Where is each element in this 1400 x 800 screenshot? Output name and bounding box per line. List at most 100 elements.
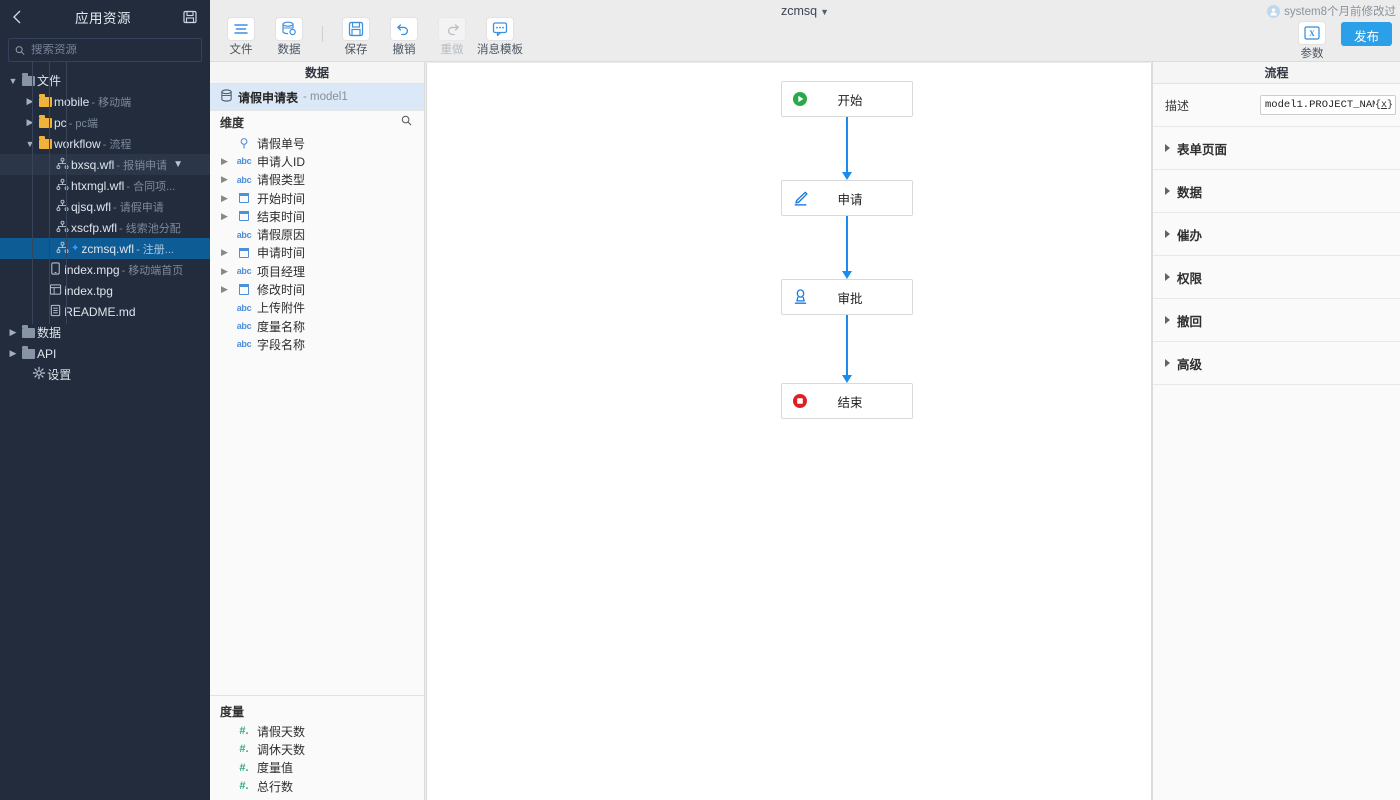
description-input[interactable]: model1.PROJECT_NAM {x}	[1260, 95, 1396, 115]
dimension-item[interactable]: ▶abc字段名称	[210, 335, 424, 353]
data-panel-header: 数据	[210, 62, 424, 84]
toolbar-button-message-template[interactable]: 消息模板	[477, 18, 523, 57]
flow-edge[interactable]	[846, 117, 848, 173]
dimension-item[interactable]: ▶abc项目经理	[210, 262, 424, 280]
dimension-item[interactable]: ▶开始时间	[210, 189, 424, 207]
toolbar-button-menu-lines[interactable]: 文件	[218, 18, 264, 57]
flow-node-pen-edit[interactable]: 申请	[781, 180, 913, 216]
document-title[interactable]: zcmsq▼	[210, 4, 1400, 18]
chevron-down-icon[interactable]: ▼	[6, 76, 20, 86]
abc-icon: abc	[237, 230, 252, 240]
chevron-right-icon[interactable]: ▶	[6, 348, 20, 359]
chevron-right-icon[interactable]: ▶	[218, 211, 231, 222]
dimension-item[interactable]: ▶ 申请时间	[210, 244, 424, 262]
mobile-device-icon	[49, 262, 62, 278]
chevron-right-icon[interactable]: ▶	[6, 327, 20, 338]
dimension-search-icon[interactable]	[401, 115, 412, 129]
measure-item[interactable]: ▶#.度量值	[210, 759, 424, 777]
dimension-label: 申请时间	[257, 244, 305, 261]
measure-item[interactable]: ▶#.总行数	[210, 777, 424, 795]
measure-item[interactable]: ▶#.调休天数	[210, 740, 424, 758]
properties-section-5[interactable]: 高级	[1153, 342, 1400, 385]
back-chevron-left-icon[interactable]	[8, 8, 26, 26]
tree-item-api[interactable]: ▶API	[0, 343, 210, 364]
properties-section-label: 催办	[1177, 225, 1202, 244]
properties-section-3[interactable]: 权限	[1153, 256, 1400, 299]
redo-icon	[439, 18, 465, 40]
tree-guide-line	[32, 62, 33, 324]
dimension-item[interactable]: ▶结束时间	[210, 207, 424, 225]
dimension-item[interactable]: ▶abc申请人ID	[210, 152, 424, 170]
toolbar-button-database[interactable]: 数据	[266, 18, 312, 57]
calendar-icon	[239, 193, 249, 203]
toolbar-button-undo[interactable]: 撤销	[381, 18, 427, 57]
measure-item[interactable]: ▶#.请假天数	[210, 722, 424, 740]
abc-icon: abc	[237, 175, 252, 185]
properties-section-1[interactable]: 数据	[1153, 170, 1400, 213]
properties-sections: 表单页面数据催办权限撤回高级	[1153, 127, 1400, 385]
tree-item---[interactable]: ▶数据	[0, 322, 210, 343]
flow-edge-arrow	[842, 271, 852, 279]
search-input[interactable]	[31, 44, 195, 56]
folder-icon	[39, 139, 52, 149]
toolbar-button-label: 消息模板	[477, 41, 523, 57]
folder-icon	[39, 97, 52, 107]
flow-edge[interactable]	[846, 315, 848, 376]
dimension-item[interactable]: ▶ abc 请假类型	[210, 171, 424, 189]
save-disk-icon[interactable]	[180, 7, 200, 27]
properties-section-0[interactable]: 表单页面	[1153, 127, 1400, 170]
workflow-icon	[56, 241, 69, 257]
properties-section-4[interactable]: 撤回	[1153, 299, 1400, 342]
chevron-right-icon[interactable]: ▶	[218, 174, 231, 185]
calendar-icon	[239, 211, 249, 221]
triangle-right-icon	[1165, 230, 1170, 238]
formula-x-icon[interactable]: {x}	[1375, 100, 1393, 111]
dimension-item[interactable]: ▶abc度量名称	[210, 317, 424, 335]
publish-button[interactable]: 发布	[1341, 22, 1392, 46]
dimension-item[interactable]: ▶⚲请假单号	[210, 134, 424, 152]
data-model-row[interactable]: 请假申请表 - model1	[210, 84, 424, 111]
properties-section-2[interactable]: 催办	[1153, 213, 1400, 256]
search-box[interactable]	[8, 38, 202, 62]
tree-item-label: 设置	[47, 366, 71, 383]
tree-item---[interactable]: ▶设置	[0, 364, 210, 385]
chevron-right-icon[interactable]: ▶	[218, 247, 231, 258]
tree-item-label: qjsq.wfl	[71, 200, 111, 214]
flow-diagram: 开始申请审批结束	[427, 63, 1151, 800]
flow-node-play-circle[interactable]: 开始	[781, 81, 913, 117]
flow-node-approve-stamp[interactable]: 审批	[781, 279, 913, 315]
dimension-section-header: 维度	[210, 111, 424, 133]
dimension-item[interactable]: ▶abc请假原因	[210, 225, 424, 243]
chevron-down-icon[interactable]: ▼	[173, 159, 183, 170]
stop-circle-icon	[782, 393, 818, 409]
toolbar-button-label: 保存	[345, 41, 368, 57]
toolbar-button-label: 文件	[230, 41, 253, 57]
measure-label: 度量	[220, 703, 244, 720]
search-icon	[15, 45, 25, 56]
chevron-right-icon[interactable]: ▶	[218, 193, 231, 204]
measure-section: 度量 ▶#.请假天数▶#.调休天数▶#.度量值▶#.总行数	[210, 695, 424, 800]
toolbar-button-save-disk[interactable]: 保存	[333, 18, 379, 57]
chevron-right-icon[interactable]: ▶	[218, 156, 231, 167]
svg-text:X: X	[1309, 29, 1315, 38]
chevron-right-icon[interactable]: ▶	[23, 96, 37, 107]
chevron-right-icon[interactable]: ▶	[218, 266, 231, 277]
tree-item-desc: - 请假申请	[113, 199, 164, 215]
flow-canvas[interactable]: 开始申请审批结束	[426, 63, 1152, 800]
dimension-item[interactable]: ▶修改时间	[210, 280, 424, 298]
flow-edge[interactable]	[846, 216, 848, 272]
chevron-down-icon[interactable]: ▼	[23, 139, 37, 149]
triangle-right-icon	[1165, 273, 1170, 281]
tree-item-label: index.tpg	[64, 284, 113, 298]
dimension-label: 请假类型	[257, 171, 305, 188]
parameters-button[interactable]: X 参数	[1299, 22, 1325, 61]
flow-node-stop-circle[interactable]: 结束	[781, 383, 913, 419]
dimension-label: 度量名称	[257, 318, 305, 335]
dimension-label: 上传附件	[257, 299, 305, 316]
gear-icon	[32, 366, 46, 383]
chevron-right-icon[interactable]: ▶	[23, 117, 37, 128]
dimension-item[interactable]: ▶abc上传附件	[210, 299, 424, 317]
chevron-right-icon[interactable]: ▶	[218, 284, 231, 295]
hash-icon: #.	[239, 725, 248, 737]
pen-edit-icon	[782, 190, 818, 207]
